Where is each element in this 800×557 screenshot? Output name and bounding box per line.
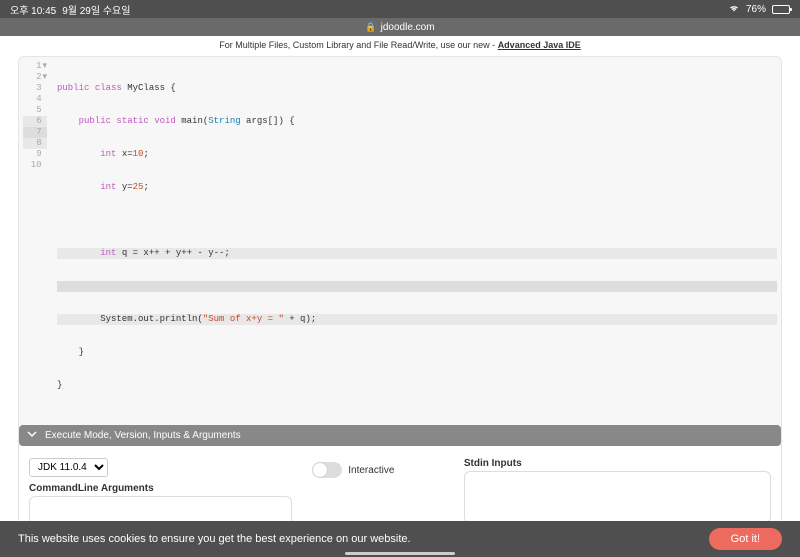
url-host: jdoodle.com — [381, 22, 435, 33]
top-banner: For Multiple Files, Custom Library and F… — [0, 36, 800, 54]
wifi-icon — [728, 3, 740, 16]
banner-text: For Multiple Files, Custom Library and F… — [219, 40, 497, 50]
device-status-bar: 오후 10:45 9월 29일 수요일 76% — [0, 0, 800, 18]
status-time: 오후 10:45 — [10, 2, 56, 17]
interactive-toggle[interactable] — [312, 462, 342, 478]
cookie-accept-button[interactable]: Got it! — [709, 528, 782, 550]
chevron-down-icon — [27, 429, 37, 442]
stdin-label: Stdin Inputs — [464, 458, 771, 469]
status-date: 9월 29일 수요일 — [62, 2, 130, 17]
home-indicator — [345, 552, 455, 555]
interactive-label: Interactive — [348, 465, 394, 476]
battery-text: 76% — [746, 4, 766, 15]
advanced-ide-link[interactable]: Advanced Java IDE — [498, 40, 581, 50]
battery-icon — [772, 5, 790, 14]
code-source[interactable]: public class MyClass { public static voi… — [53, 57, 781, 417]
panel-title: Execute Mode, Version, Inputs & Argument… — [45, 430, 241, 441]
browser-url-bar[interactable]: 🔒 jdoodle.com — [0, 18, 800, 36]
gutter: 1▾ 2▾ 3 4 5 6 7 8 9 10 — [19, 57, 53, 417]
lock-icon: 🔒 — [365, 22, 376, 33]
cookie-text: This website uses cookies to ensure you … — [18, 533, 411, 545]
cmd-args-label: CommandLine Arguments — [29, 483, 292, 494]
jdk-version-select[interactable]: JDK 11.0.4 — [29, 458, 108, 477]
stdin-input[interactable] — [464, 471, 771, 523]
code-editor[interactable]: 1▾ 2▾ 3 4 5 6 7 8 9 10 public class MyCl… — [18, 56, 782, 546]
execute-panel-header[interactable]: Execute Mode, Version, Inputs & Argument… — [19, 425, 781, 446]
